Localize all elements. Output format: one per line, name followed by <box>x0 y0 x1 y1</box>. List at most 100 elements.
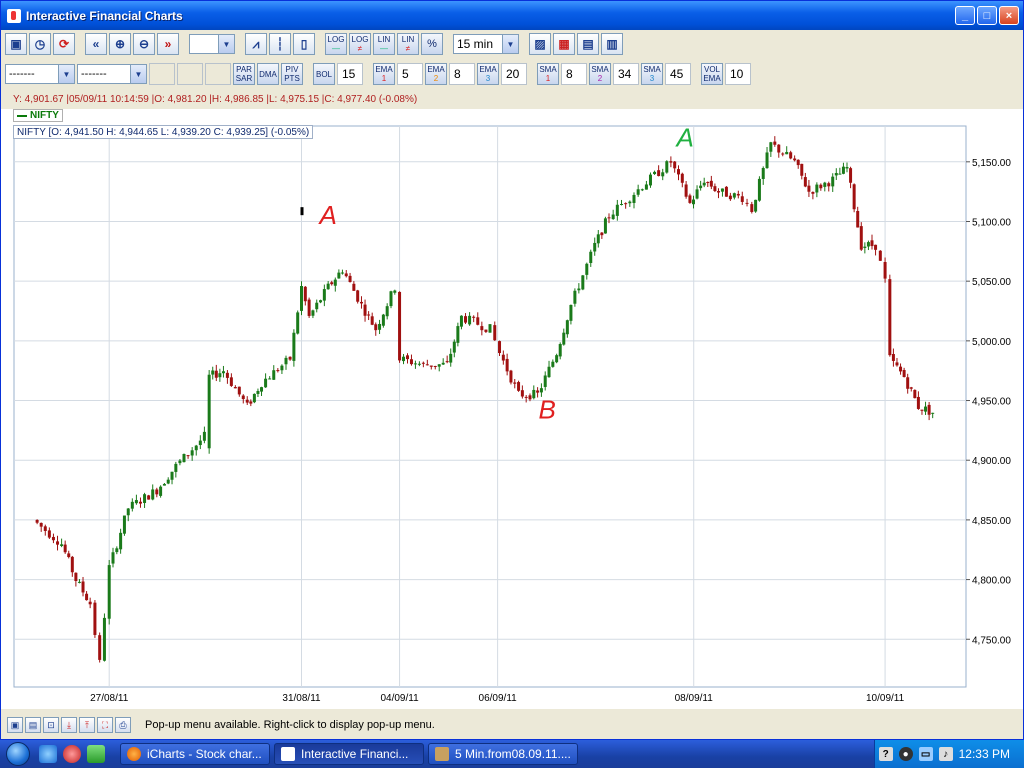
crosshair-info: Y: 4,901.67 |05/09/11 10:14:59 |O: 4,981… <box>13 94 418 105</box>
candle-body <box>615 204 619 216</box>
bar-chart-icon[interactable]: ┆ <box>269 33 291 55</box>
candle-body <box>754 199 758 212</box>
study-combo-1[interactable]: ------- ▼ <box>5 64 75 84</box>
ema2-period[interactable]: 8 <box>449 63 475 85</box>
candle-body <box>773 141 777 145</box>
candle-body <box>480 326 484 331</box>
candle-body <box>249 401 253 404</box>
candle-body <box>841 166 845 174</box>
symbol-combo[interactable]: ▼ <box>189 34 235 54</box>
ema3-button[interactable]: EMA 3 <box>477 63 499 85</box>
sma1-period[interactable]: 8 <box>561 63 587 85</box>
new-chart-icon[interactable]: ▣ <box>5 33 27 55</box>
candle-body <box>300 285 304 311</box>
close-button[interactable]: × <box>999 6 1019 25</box>
task-5min-chart[interactable]: 5 Min.from08.09.11.... <box>428 743 578 765</box>
scroll-right-icon[interactable]: » <box>157 33 179 55</box>
ema1-button[interactable]: EMA 1 <box>373 63 395 85</box>
volume-icon[interactable]: ♪ <box>938 747 953 761</box>
candle-body <box>819 184 823 189</box>
refresh-icon[interactable]: ⟳ <box>53 33 75 55</box>
zoom-in-icon[interactable]: ⊕ <box>109 33 131 55</box>
media-player-icon[interactable] <box>63 745 81 763</box>
color-palette-icon[interactable]: ▦ <box>553 33 575 55</box>
x-tick-label: 06/09/11 <box>479 693 518 704</box>
candle-body <box>866 242 870 247</box>
sma3-period[interactable]: 45 <box>665 63 691 85</box>
full-screen-icon[interactable]: ⛶ <box>97 717 113 733</box>
internet-explorer-icon[interactable] <box>39 745 57 763</box>
candle-body <box>115 548 119 553</box>
price-chart[interactable]: 5,150.00 5,100.00 5,050.00 5,000.00 4,950.00… <box>1 109 1023 709</box>
candle-body <box>288 356 292 360</box>
start-button[interactable] <box>0 740 36 768</box>
bol-period[interactable]: 15 <box>337 63 363 85</box>
ema1-period[interactable]: 5 <box>397 63 423 85</box>
task-interactive-charts[interactable]: Interactive Financi... <box>274 743 424 765</box>
ema2-button[interactable]: EMA 2 <box>425 63 447 85</box>
title-bar[interactable]: Interactive Financial Charts _ □ × <box>1 1 1023 30</box>
bol-button[interactable]: BOL <box>313 63 335 85</box>
open-icon[interactable]: ▣ <box>7 717 23 733</box>
chart-area[interactable]: 5,150.00 5,100.00 5,050.00 5,000.00 4,950.00… <box>1 109 1023 709</box>
show-desktop-icon[interactable] <box>87 745 105 763</box>
candle-body <box>85 593 89 601</box>
y-tick-label: 5,050.00 <box>972 277 1011 288</box>
save-icon[interactable]: ▤ <box>25 717 41 733</box>
sma2-period[interactable]: 34 <box>613 63 639 85</box>
candle-body <box>333 279 337 286</box>
indicator-panel-icon[interactable]: ▨ <box>529 33 551 55</box>
candle-body <box>151 489 155 500</box>
candle-body <box>198 440 202 446</box>
expand-up-icon[interactable]: ⤒ <box>79 717 95 733</box>
candle-body <box>558 344 562 357</box>
lin-diff-button[interactable]: LIN ≠ <box>397 33 419 55</box>
ema3-period[interactable]: 20 <box>501 63 527 85</box>
piv-pts-button[interactable]: PIV PTS <box>281 63 303 85</box>
zoom-out-icon[interactable]: ⊖ <box>133 33 155 55</box>
candle-body <box>178 460 182 464</box>
candle-body <box>724 186 728 197</box>
candle-body <box>551 361 555 367</box>
task-icharts[interactable]: iCharts - Stock char... <box>120 743 270 765</box>
dma-button[interactable]: DMA <box>257 63 279 85</box>
fit-icon[interactable]: ⊡ <box>43 717 59 733</box>
interval-combo[interactable]: 15 min ▼ <box>453 34 519 54</box>
export-chart-icon[interactable]: ▥ <box>601 33 623 55</box>
candle-body <box>284 357 288 365</box>
log-diff-button[interactable]: LOG ≠ <box>349 33 371 55</box>
candle-body <box>532 389 536 399</box>
chart-settings-icon[interactable]: ▤ <box>577 33 599 55</box>
par-sar-button[interactable]: PAR SAR <box>233 63 255 85</box>
vol-ema-period[interactable]: 10 <box>725 63 751 85</box>
candle-body <box>370 316 374 325</box>
candle-body <box>648 174 652 186</box>
candle-body <box>878 250 882 261</box>
help-icon[interactable]: ? <box>878 747 893 761</box>
clock-icon[interactable]: ◷ <box>29 33 51 55</box>
candle-body <box>476 317 480 325</box>
print-icon[interactable]: ⎙ <box>115 717 131 733</box>
scroll-left-icon[interactable]: « <box>85 33 107 55</box>
line-chart-icon[interactable]: ⩘ <box>245 33 267 55</box>
lin-button[interactable]: LIN — <box>373 33 395 55</box>
x-tick-label: 08/09/11 <box>675 693 714 704</box>
candle-body <box>517 382 521 391</box>
candle-body <box>883 262 887 279</box>
percent-button[interactable]: % <box>421 33 443 55</box>
sma1-button[interactable]: SMA 1 <box>537 63 559 85</box>
vol-ema-button[interactable]: VOL EMA <box>701 63 723 85</box>
sma3-button[interactable]: SMA 3 <box>641 63 663 85</box>
sma2-button[interactable]: SMA 2 <box>589 63 611 85</box>
media-icon[interactable]: ● <box>898 747 913 761</box>
maximize-button[interactable]: □ <box>977 6 997 25</box>
network-icon[interactable]: ▭ <box>918 747 933 761</box>
candle-body <box>573 290 577 304</box>
candle-body <box>356 290 360 302</box>
expand-down-icon[interactable]: ⤓ <box>61 717 77 733</box>
log-button[interactable]: LOG — <box>325 33 347 55</box>
candle-chart-icon[interactable]: ▯ <box>293 33 315 55</box>
study-combo-2[interactable]: ------- ▼ <box>77 64 147 84</box>
candle-body <box>800 163 804 176</box>
minimize-button[interactable]: _ <box>955 6 975 25</box>
